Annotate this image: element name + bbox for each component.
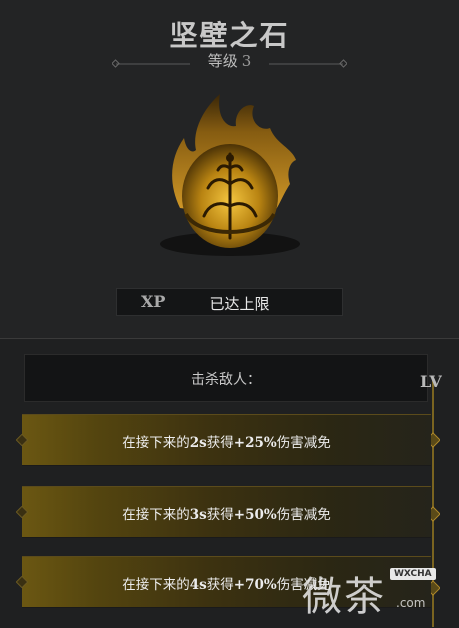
item-title: 坚壁之石 [169, 19, 290, 52]
item-level: 等级 3 [0, 50, 459, 71]
watermark: 微茶 WXCHA .com [302, 560, 452, 620]
level-label: 等级 [207, 52, 238, 70]
trigger-row: 击杀敌人： [24, 354, 428, 402]
xp-status: 已达上限 [209, 295, 270, 313]
level-value: 3 [241, 52, 252, 70]
watermark-chars: 微茶 [302, 574, 386, 620]
golden-flame-stone-icon [160, 94, 300, 256]
watermark-badge: WXCHA [390, 568, 436, 580]
tier-diamond [16, 576, 28, 588]
watermark-url: .com [396, 596, 426, 610]
effect-tier-text: 在接下来的2s获得+25%伤害减免 [122, 435, 331, 451]
effect-tier-2: 在接下来的3s获得+50%伤害减免 [22, 486, 431, 538]
effect-tier-text: 在接下来的3s获得+50%伤害减免 [122, 507, 331, 523]
trigger-label: 击杀敌人： [191, 372, 261, 388]
tier-diamond [16, 434, 28, 446]
tier-diamond [16, 506, 28, 518]
effect-tier-1: 在接下来的2s获得+25%伤害减免 [22, 414, 431, 466]
lv-label: LV [420, 372, 442, 391]
xp-bar: XP 已达上限 [116, 288, 343, 316]
